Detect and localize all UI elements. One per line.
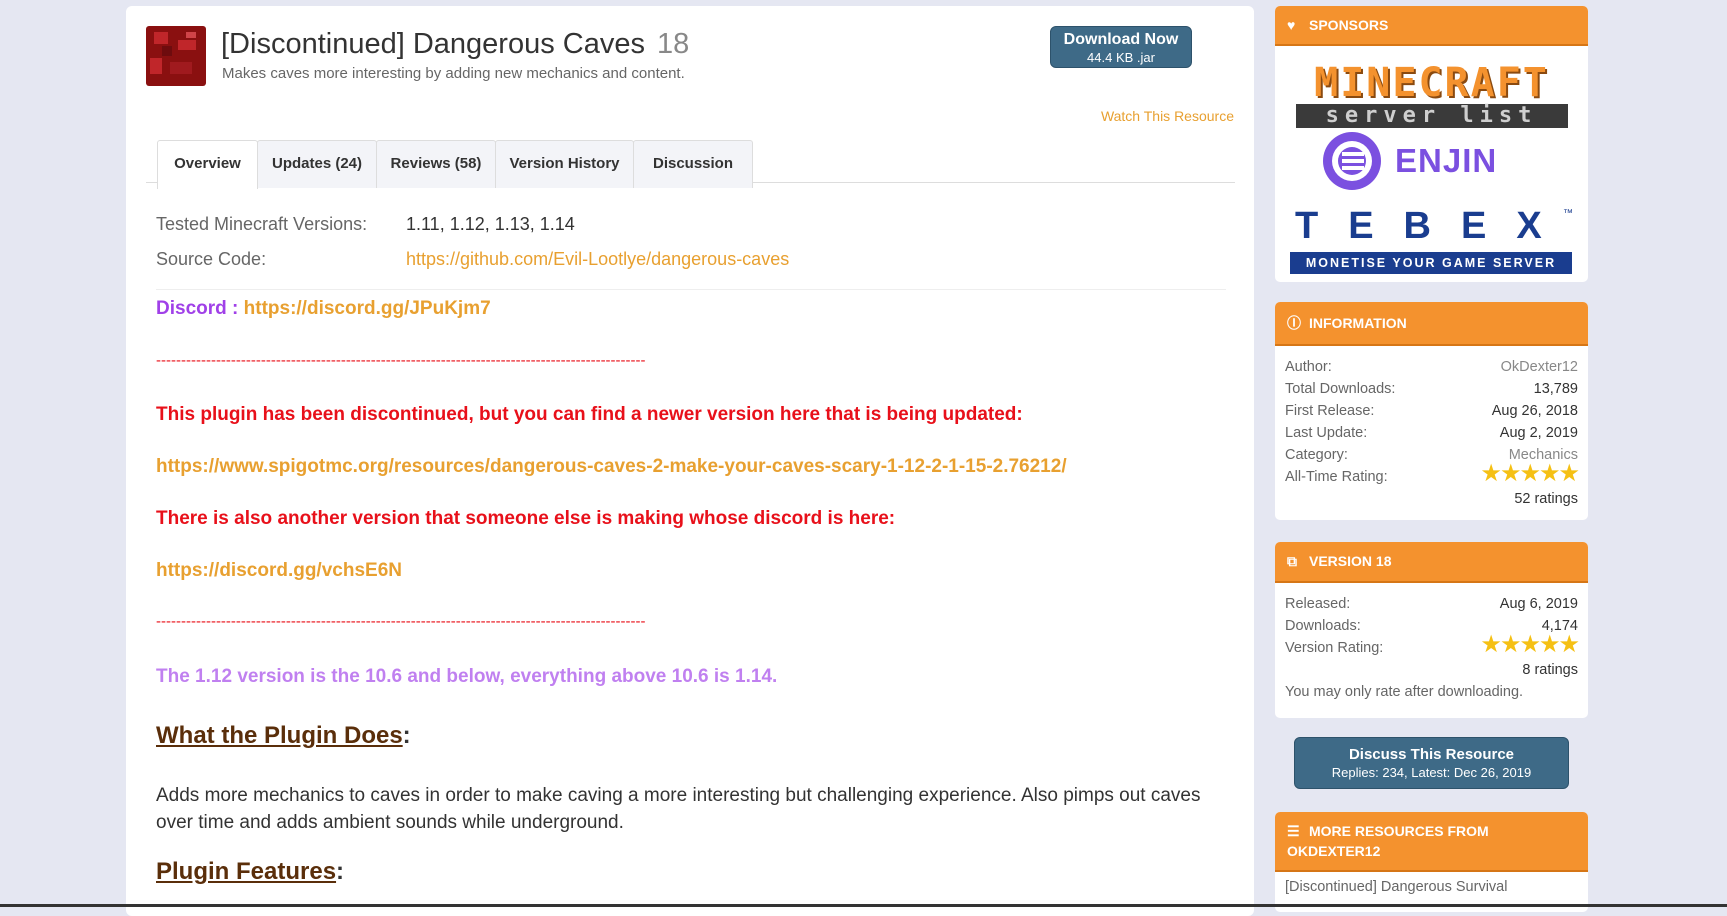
info-value: 13,789	[1533, 381, 1578, 397]
source-code-link[interactable]: https://github.com/Evil-Lootlye/dangerou…	[406, 249, 789, 269]
info-label: First Release:	[1285, 403, 1375, 419]
info-value: Aug 6, 2019	[1499, 596, 1578, 612]
version-header: ⧉ Version 18	[1275, 542, 1588, 583]
enjin-icon	[1323, 132, 1381, 190]
information-title: Information	[1309, 315, 1407, 331]
dash-separator: ----------------------------------------…	[156, 613, 646, 630]
tebex-text: TEBEX	[1295, 205, 1572, 247]
info-row-first-release: First Release: Aug 26, 2018	[1275, 400, 1588, 422]
resource-version: 18	[657, 28, 690, 60]
download-button[interactable]: Download Now 44.4 KB .jar	[1050, 26, 1192, 68]
more-resources-item[interactable]: [Discontinued] Dangerous Survival	[1275, 872, 1588, 902]
resource-title: [Discontinued] Dangerous Caves	[221, 28, 645, 60]
tebex-tagline: MONETISE YOUR GAME SERVER	[1290, 252, 1572, 274]
heading-plugin-features: Plugin Features:	[156, 858, 345, 885]
heart-icon: ♥	[1287, 17, 1296, 33]
info-icon: ⓘ	[1287, 315, 1301, 331]
info-row-rating: All-Time Rating: ★★★★★	[1275, 460, 1588, 488]
info-label: Version Rating:	[1285, 640, 1384, 656]
info-label: Last Update:	[1285, 425, 1368, 441]
tab-updates[interactable]: Updates (24)	[257, 140, 377, 188]
other-discord-link[interactable]: https://discord.gg/vchsE6N	[156, 560, 402, 582]
more-resources-title: More Resources From	[1309, 823, 1489, 839]
information-header: ⓘ Information	[1275, 302, 1588, 346]
copy-icon: ⧉	[1287, 553, 1297, 569]
meta-tested-versions: Tested Minecraft Versions: 1.11, 1.12, 1.…	[156, 214, 575, 235]
download-size: 44.4 KB .jar	[1087, 50, 1155, 65]
version-rating-note: You may only rate after downloading.	[1275, 681, 1588, 703]
more-resources-panel: ☰ More Resources From OkDexter12 [Discont…	[1275, 812, 1588, 912]
info-label: All-Time Rating:	[1285, 469, 1388, 485]
discord-line: Discord : https://discord.gg/JPuKjm7	[156, 298, 491, 320]
tab-version-history[interactable]: Version History	[495, 140, 634, 188]
ratings-count: 52 ratings	[1514, 491, 1578, 507]
tested-versions-label: Tested Minecraft Versions:	[156, 214, 368, 234]
info-label: Downloads:	[1285, 618, 1361, 634]
sponsors-header: ♥ Sponsors	[1275, 6, 1588, 46]
version-row-rating-count: 8 ratings	[1275, 659, 1588, 681]
rating-note: You may only rate after downloading.	[1285, 684, 1524, 700]
discuss-stats: Replies: 234, Latest: Dec 26, 2019	[1331, 765, 1532, 780]
info-value: Aug 26, 2018	[1491, 403, 1578, 419]
more-resources-author: OkDexter12	[1287, 843, 1381, 859]
sponsors-panel: ♥ Sponsors MINECRAFT server list ENJIN TE…	[1275, 6, 1588, 282]
discord-label: Discord :	[156, 298, 239, 319]
version-note: The 1.12 version is the 10.6 and below, …	[156, 666, 778, 687]
minecraft-server-list-logo[interactable]: MINECRAFT server list	[1288, 62, 1575, 130]
download-label: Download Now	[1063, 31, 1179, 48]
star-rating-icon: ★★★★★	[1480, 460, 1580, 487]
resource-icon	[146, 26, 206, 86]
info-label: Total Downloads:	[1285, 381, 1396, 397]
version-panel: ⧉ Version 18 Released: Aug 6, 2019 Downloa…	[1275, 542, 1588, 718]
plugin-description: Adds more mechanics to caves in order to…	[156, 785, 1201, 833]
discord-link[interactable]: https://discord.gg/JPuKjm7	[244, 298, 491, 319]
resource-main: [Discontinued] Dangerous Caves 18 Makes …	[126, 6, 1254, 916]
tebex-trademark: ™	[1563, 208, 1573, 219]
version-row-released: Released: Aug 6, 2019	[1275, 593, 1588, 615]
other-version-notice: There is also another version that someo…	[156, 508, 896, 529]
heading-what-plugin-does: What the Plugin Does:	[156, 722, 411, 749]
tab-discussion[interactable]: Discussion	[633, 140, 753, 188]
info-value: Aug 2, 2019	[1499, 425, 1578, 441]
info-row-last-update: Last Update: Aug 2, 2019	[1275, 422, 1588, 444]
info-label: Released:	[1285, 596, 1351, 612]
divider	[156, 289, 1226, 290]
resource-tabs: Overview Updates (24) Reviews (58) Versi…	[146, 134, 1235, 189]
dash-separator: ----------------------------------------…	[156, 352, 646, 369]
new-version-link[interactable]: https://www.spigotmc.org/resources/dange…	[156, 456, 1067, 478]
discontinued-notice: This plugin has been discontinued, but y…	[156, 404, 1023, 425]
resource-tagline: Makes caves more interesting by adding n…	[222, 65, 685, 82]
minecraft-logo-text: MINECRAFT	[1314, 60, 1549, 106]
page-title: [Discontinued] Dangerous Caves 18	[221, 28, 689, 61]
sponsors-title: Sponsors	[1309, 17, 1389, 33]
tested-versions-value: 1.11, 1.12, 1.13, 1.14	[406, 214, 575, 234]
enjin-logo[interactable]: ENJIN	[1323, 132, 1563, 198]
info-row-author: Author: OkDexter12	[1275, 356, 1588, 378]
source-code-label: Source Code:	[156, 249, 267, 269]
discuss-label: Discuss This Resource	[1348, 746, 1515, 763]
enjin-text: ENJIN	[1395, 142, 1498, 179]
list-icon: ☰	[1287, 823, 1300, 839]
tab-reviews[interactable]: Reviews (58)	[376, 140, 496, 188]
ratings-count: 8 ratings	[1522, 662, 1578, 678]
discuss-resource-button[interactable]: Discuss This Resource Replies: 234, Late…	[1294, 737, 1569, 789]
star-rating-icon: ★★★★★	[1480, 631, 1580, 658]
more-resources-header: ☰ More Resources From OkDexter12	[1275, 812, 1588, 872]
server-list-logo-text: server list	[1295, 104, 1568, 128]
tab-overview[interactable]: Overview	[157, 140, 258, 189]
version-title: Version 18	[1309, 553, 1392, 569]
heading-features-text: Plugin Features	[156, 858, 337, 885]
heading-what-text: What the Plugin Does	[156, 722, 403, 749]
tebex-logo[interactable]: TEBEX ™ MONETISE YOUR GAME SERVER	[1287, 206, 1575, 278]
info-row-downloads: Total Downloads: 13,789	[1275, 378, 1588, 400]
author-link[interactable]: OkDexter12	[1501, 356, 1578, 378]
info-label: Author:	[1285, 359, 1332, 375]
info-label: Category:	[1285, 447, 1348, 463]
meta-source-code: Source Code: https://github.com/Evil-Loot…	[156, 249, 789, 270]
version-row-rating: Version Rating: ★★★★★	[1275, 631, 1588, 659]
info-row-rating-count: 52 ratings	[1275, 488, 1588, 510]
information-panel: ⓘ Information Author: OkDexter12 Total Dow…	[1275, 302, 1588, 520]
watch-resource-link[interactable]: Watch This Resource	[1101, 108, 1234, 124]
